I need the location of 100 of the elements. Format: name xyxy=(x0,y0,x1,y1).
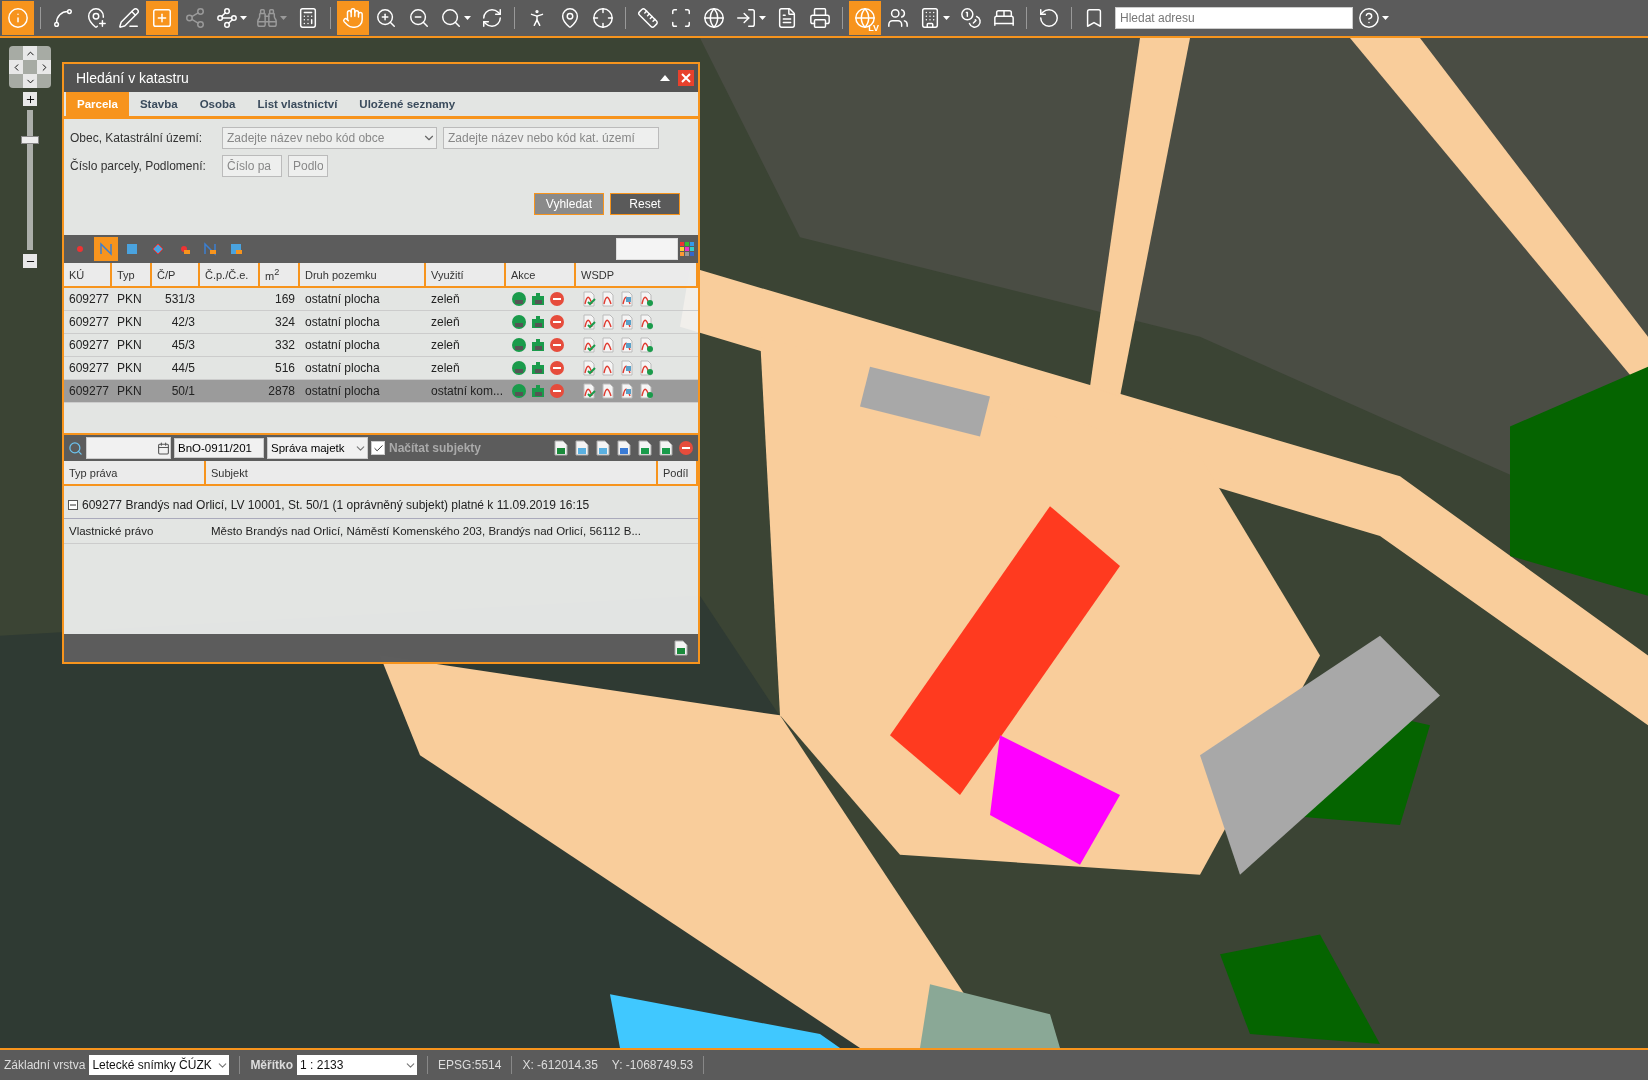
color-grid-icon[interactable] xyxy=(680,242,694,256)
pdf-icon[interactable] xyxy=(600,291,616,307)
search-icon[interactable] xyxy=(68,440,83,456)
base-layer-select[interactable]: Letecké snímky ČÚZK xyxy=(89,1055,230,1075)
collapse-icon[interactable] xyxy=(660,75,670,81)
column-header[interactable]: Subjekt xyxy=(206,461,658,486)
table-cell: 531/3 xyxy=(152,288,200,311)
spreadsheet-icon[interactable] xyxy=(672,639,690,657)
map-pin-icon xyxy=(559,7,581,29)
pdf-map-icon[interactable] xyxy=(619,291,635,307)
pdf-check-icon[interactable] xyxy=(581,383,597,399)
pan-left-button[interactable] xyxy=(9,60,23,74)
remove-icon[interactable] xyxy=(549,314,565,330)
subdivision-field[interactable]: Podlo xyxy=(288,155,328,177)
parcel-number-field[interactable]: Číslo pa xyxy=(222,155,282,177)
ruler-icon xyxy=(637,7,659,29)
filter-field[interactable] xyxy=(616,238,678,260)
document-icon[interactable] xyxy=(594,439,612,457)
pdf-icon[interactable] xyxy=(600,314,616,330)
tab[interactable]: Uložené seznamy xyxy=(348,92,467,116)
pdf-icon[interactable] xyxy=(600,383,616,399)
remove-icon[interactable] xyxy=(678,440,694,456)
pdf-icon[interactable] xyxy=(600,337,616,353)
table-cell: Město Brandýs nad Orlicí, Náměstí Komenského 203, Brandýs nad Orlicí, 56112 B... xyxy=(206,519,658,544)
zoom-out-button[interactable] xyxy=(23,254,37,268)
pdf-check-icon[interactable] xyxy=(581,360,597,376)
globe-link-icon[interactable] xyxy=(511,383,527,399)
pdf-map-icon[interactable] xyxy=(619,337,635,353)
pdf-map-icon[interactable] xyxy=(619,360,635,376)
column-header[interactable]: Typ práva xyxy=(64,461,206,486)
puzzle-icon[interactable] xyxy=(530,360,546,376)
pan-down-button[interactable] xyxy=(23,74,37,88)
puzzle-icon[interactable] xyxy=(530,314,546,330)
document-field[interactable]: BnO-0911/201 xyxy=(174,438,264,458)
column-header[interactable]: Využití xyxy=(426,263,506,288)
column-header[interactable]: Typ xyxy=(112,263,152,288)
remove-icon[interactable] xyxy=(549,360,565,376)
calendar-icon[interactable] xyxy=(157,441,170,455)
puzzle-icon[interactable] xyxy=(530,291,546,307)
municipality-field[interactable]: Zadejte název nebo kód obce xyxy=(222,127,437,149)
department-select[interactable]: Správa majetk xyxy=(267,437,368,459)
address-search-field[interactable]: Hledat adresu xyxy=(1115,7,1353,29)
zoom-in-button[interactable] xyxy=(23,92,37,106)
remove-icon[interactable] xyxy=(549,337,565,353)
pdf-icon[interactable] xyxy=(600,360,616,376)
checkbox[interactable] xyxy=(371,441,385,455)
column-header[interactable]: Č/P xyxy=(152,263,200,288)
close-icon[interactable] xyxy=(678,70,694,86)
tab[interactable]: List vlastnictví xyxy=(246,92,349,116)
date-field[interactable] xyxy=(86,437,171,459)
column-header[interactable]: KÚ xyxy=(64,263,112,288)
document-icon[interactable] xyxy=(573,439,591,457)
tab[interactable]: Osoba xyxy=(188,92,247,116)
puzzle-icon[interactable] xyxy=(530,383,546,399)
database-export-icon[interactable] xyxy=(657,439,675,457)
spreadsheet-icon[interactable] xyxy=(552,439,570,457)
column-header[interactable]: Č.p./Č.e. xyxy=(200,263,260,288)
scale-select[interactable]: 1 : 2133 xyxy=(297,1055,418,1075)
pin-add-icon xyxy=(85,7,107,29)
puzzle-icon[interactable] xyxy=(530,337,546,353)
login-icon xyxy=(735,7,757,29)
back-icon xyxy=(1038,7,1060,29)
column-header[interactable]: Druh pozemku xyxy=(300,263,426,288)
slider-thumb[interactable] xyxy=(21,136,39,145)
print-icon xyxy=(809,7,831,29)
tab[interactable]: Stavba xyxy=(128,92,189,116)
remove-icon[interactable] xyxy=(549,291,565,307)
caret-icon xyxy=(280,16,287,20)
remove-icon[interactable] xyxy=(549,383,565,399)
column-header[interactable]: Akce xyxy=(506,263,576,288)
pdf-check-icon[interactable] xyxy=(581,337,597,353)
polygon-add-icon xyxy=(151,7,173,29)
polygon-select-icon xyxy=(124,241,140,257)
group-row[interactable]: 609277 Brandýs nad Orlicí, LV 10001, St. 50/1 (1 oprávněný subjekt) platné k 11.09.2019 16:15 xyxy=(64,486,698,519)
polygon-nodes-icon xyxy=(150,241,166,257)
database-add-icon[interactable] xyxy=(636,439,654,457)
globe-link-icon[interactable] xyxy=(511,360,527,376)
help-icon xyxy=(1358,7,1380,29)
info-icon xyxy=(7,7,29,29)
table-cell: 42/3 xyxy=(152,311,200,334)
cadastral-area-field[interactable]: Zadejte název nebo kód kat. území xyxy=(443,127,659,149)
pan-up-button[interactable] xyxy=(23,46,37,60)
pdf-check-icon[interactable] xyxy=(581,314,597,330)
globe-link-icon[interactable] xyxy=(511,291,527,307)
pan-right-button[interactable] xyxy=(37,60,51,74)
column-header[interactable]: m$^{2}$ xyxy=(260,263,300,288)
column-header[interactable]: WSDP xyxy=(576,263,698,288)
pdf-check-icon[interactable] xyxy=(581,291,597,307)
globe-link-icon[interactable] xyxy=(511,337,527,353)
database-save-icon[interactable] xyxy=(615,439,633,457)
column-header[interactable]: Podíl xyxy=(658,461,698,486)
pdf-map-icon[interactable] xyxy=(619,383,635,399)
group-label: 609277 Brandýs nad Orlicí, LV 10001, St. 50/1 (1 oprávněný subjekt) platné k 11.09.2019 16:15 xyxy=(82,498,590,512)
globe-link-icon[interactable] xyxy=(511,314,527,330)
collapse-icon[interactable] xyxy=(68,500,78,510)
reset-button[interactable]: Reset xyxy=(610,193,680,215)
base-layer-label: Základní vrstva xyxy=(4,1058,86,1072)
table-cell: 609277 xyxy=(64,334,112,357)
pdf-map-icon[interactable] xyxy=(619,314,635,330)
node-add-icon xyxy=(184,7,206,29)
